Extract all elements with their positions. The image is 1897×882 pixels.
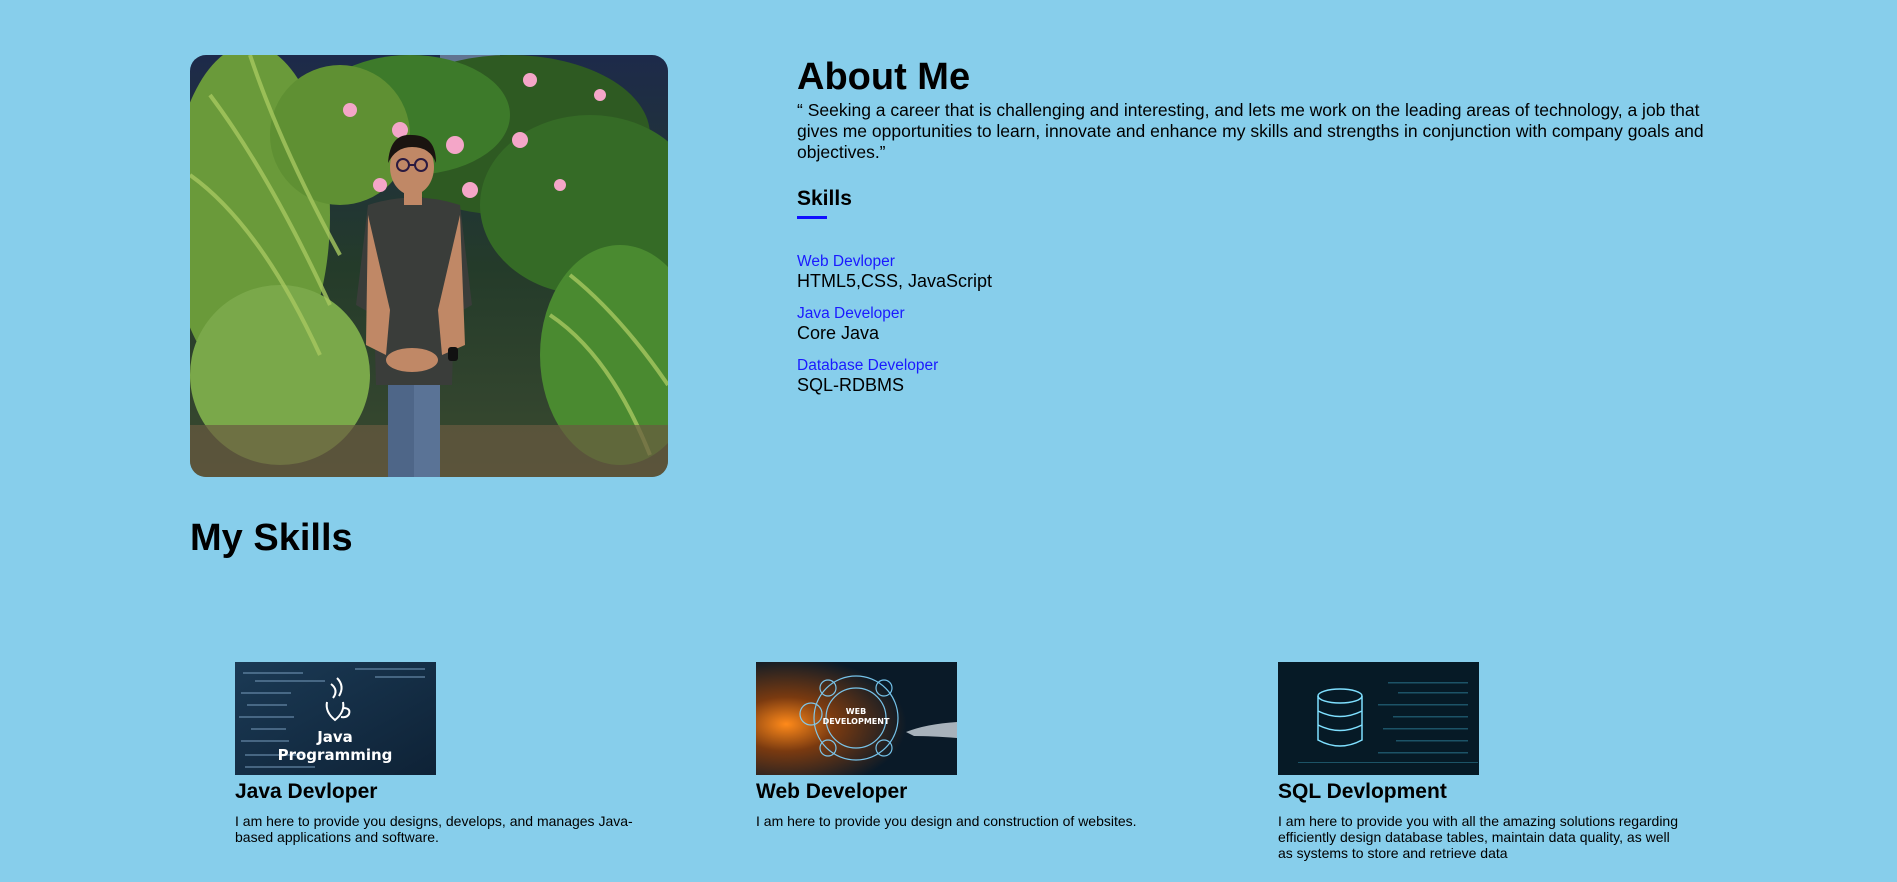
web-development-image: WEB DEVELOPMENT <box>756 662 957 775</box>
skill-tech: SQL-RDBMS <box>797 375 905 395</box>
svg-text:DEVELOPMENT: DEVELOPMENT <box>823 717 890 726</box>
skill-entry-database: Database Developer SQL-RDBMS <box>797 357 1697 396</box>
card-text: I am here to provide you with all the am… <box>1278 813 1678 861</box>
card-title: Web Developer <box>756 780 908 803</box>
profile-photo <box>190 55 668 477</box>
card-text: I am here to provide you design and cons… <box>756 813 1137 829</box>
skills-underline <box>797 216 827 219</box>
skill-role: Java Developer <box>797 305 905 322</box>
about-title: About Me <box>797 56 971 98</box>
skills-list: Web Devloper HTML5,CSS, JavaScript Java … <box>797 253 1697 396</box>
card-title: SQL Devlopment <box>1278 780 1447 803</box>
skill-card-web: WEB DEVELOPMENT Web Developer I am here … <box>756 662 1156 829</box>
skill-card-sql: SQL Devlopment I am here to provide you … <box>1278 662 1678 861</box>
svg-text:WEB: WEB <box>846 707 866 716</box>
card-title: Java Devloper <box>235 780 378 803</box>
about-text: “ Seeking a career that is challenging a… <box>797 100 1704 162</box>
skills-heading: Skills <box>797 187 852 210</box>
skill-tech: Core Java <box>797 323 880 343</box>
svg-text:Programming: Programming <box>278 746 393 764</box>
java-programming-image: Java Programming <box>235 662 436 775</box>
skill-role: Database Developer <box>797 357 939 374</box>
card-text: I am here to provide you designs, develo… <box>235 813 633 845</box>
skill-card-java: Java Programming Java Devloper I am here… <box>235 662 635 845</box>
skill-tech: HTML5,CSS, JavaScript <box>797 271 993 291</box>
skill-entry-web: Web Devloper HTML5,CSS, JavaScript <box>797 253 1697 292</box>
skill-role: Web Devloper <box>797 253 895 270</box>
svg-text:Java: Java <box>316 728 353 746</box>
sql-database-image <box>1278 662 1479 775</box>
my-skills-title: My Skills <box>190 517 353 559</box>
skill-entry-java: Java Developer Core Java <box>797 305 1697 344</box>
about-section: About Me “ Seeking a career that is chal… <box>797 56 1704 409</box>
